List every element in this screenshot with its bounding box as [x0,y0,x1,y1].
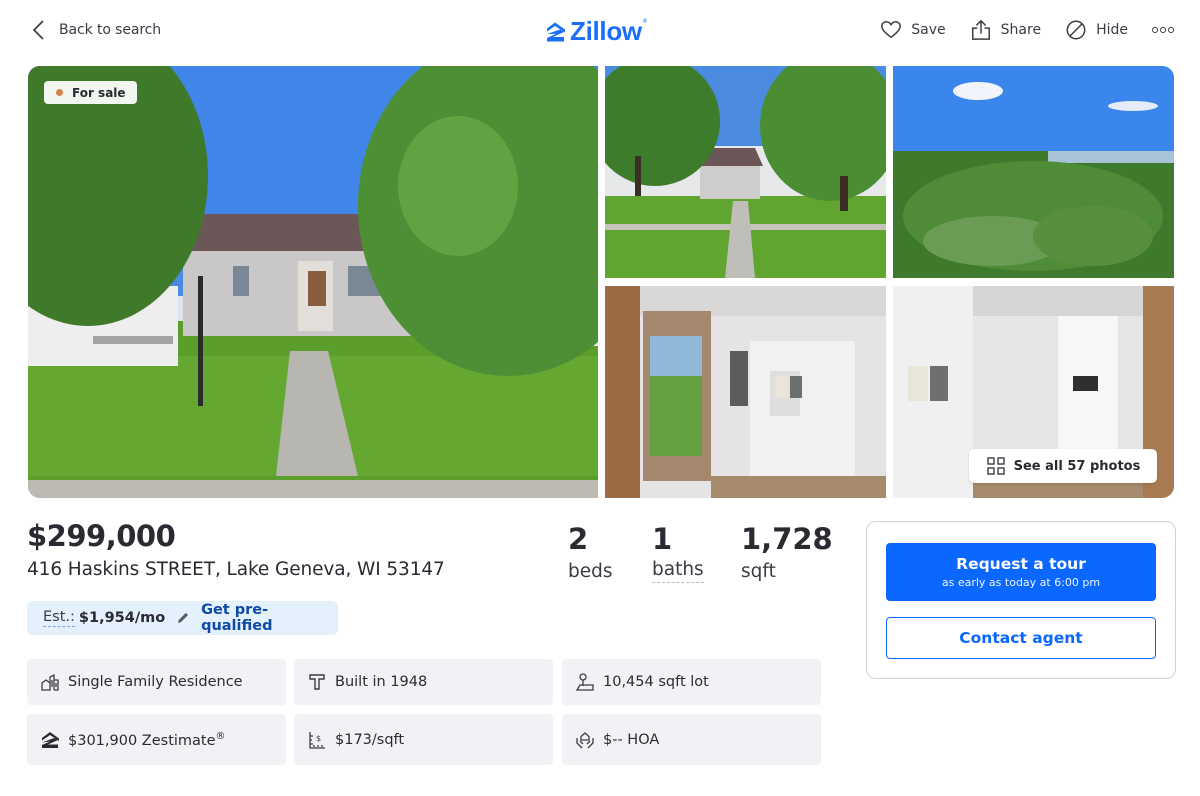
listing-address: 416 Haskins STREET, Lake Geneva, WI 5314… [27,559,445,580]
zestimate-value: $301,900 Zestimate [68,732,216,749]
zillow-logo-icon [547,22,565,41]
mudroom-photo [605,286,886,498]
fact-home-type: Single Family Residence [27,659,286,705]
status-badge: For sale [44,81,137,104]
sqft-stat: 1,728 sqft [741,521,833,585]
svg-text:$: $ [316,734,321,743]
sqft-label: sqft [741,561,776,582]
fact-text: Built in 1948 [335,674,428,690]
more-dot [1168,27,1174,33]
back-to-search-link[interactable]: Back to search [30,17,161,43]
main-photo[interactable]: For sale [28,66,598,498]
registered-mark: ® [641,18,648,25]
gallery-photo[interactable] [893,66,1174,278]
fact-text: $301,900 Zestimate® [68,731,226,749]
fact-price-per-sqft: $ $173/sqft [294,714,553,765]
status-badge-label: For sale [72,85,126,100]
monthly-estimate-bar: Est.: $1,954/mo Get pre-qualified [27,601,338,635]
home-type-icon [41,673,59,691]
share-button[interactable]: Share [970,19,1041,41]
chevron-left-icon [32,20,44,40]
estimate-value: $1,954/mo [78,610,166,626]
contact-agent-label: Contact agent [959,629,1083,647]
hide-icon [1066,20,1086,40]
photo-gallery: For sale See all 57 photos [28,66,1174,498]
baths-value: 1 [652,522,673,556]
share-label: Share [1000,22,1042,38]
baths-label[interactable]: baths [652,559,704,583]
street-view-photo [605,66,886,278]
fact-text: $-- HOA [603,731,660,748]
contact-agent-button[interactable]: Contact agent [886,617,1156,659]
fact-text: 10,454 sqft lot [603,674,709,690]
house-front-photo [28,66,598,498]
fact-text: Single Family Residence [68,674,243,690]
more-dot [1152,27,1158,33]
fact-text: $173/sqft [335,731,405,748]
status-dot [56,89,63,96]
save-button[interactable]: Save [880,19,946,41]
fact-zestimate[interactable]: $301,900 Zestimate® [27,714,286,765]
request-tour-sublabel: as early as today at 6:00 pm [941,576,1101,589]
save-label: Save [911,22,946,38]
gallery-photo[interactable] [605,66,886,278]
contact-panel: Request a tour as early as today at 6:00… [866,521,1176,679]
see-all-photos-label: See all 57 photos [1013,458,1141,474]
gallery-photo[interactable] [605,286,886,498]
hide-button[interactable]: Hide [1065,19,1128,41]
back-to-search-label: Back to search [59,22,162,38]
more-dot [1160,27,1166,33]
aerial-view-photo [893,66,1174,278]
top-nav: Back to search Zillow ® Save Share Hide [0,0,1200,60]
listing-price: $299,000 [27,519,176,553]
get-pre-qualified-link[interactable]: Get pre-qualified [201,602,338,634]
zillow-logo-text: Zillow [570,16,642,46]
request-tour-button[interactable]: Request a tour as early as today at 6:00… [886,543,1156,601]
estimate-label[interactable]: Est.: [43,609,75,627]
baths-stat[interactable]: 1 baths [652,521,704,583]
beds-label: beds [568,561,613,582]
fact-year-built: Built in 1948 [294,659,553,705]
share-icon [971,19,990,40]
hammer-icon [309,674,325,690]
price-per-sqft-icon: $ [309,731,325,749]
pencil-icon[interactable] [175,610,191,626]
see-all-photos-button[interactable]: See all 57 photos [969,449,1157,483]
hide-label: Hide [1096,22,1128,38]
lot-icon [575,673,594,691]
hoa-icon [576,731,594,748]
fact-hoa: $-- HOA [562,714,821,765]
sqft-value: 1,728 [741,522,833,556]
fact-lot-size: 10,454 sqft lot [562,659,821,705]
listing-actions: Save Share Hide [856,17,1174,43]
gallery-photo[interactable]: See all 57 photos [893,286,1174,498]
zillow-logo[interactable]: Zillow ® [544,16,648,47]
heart-icon [881,21,902,39]
more-options-button[interactable] [1152,27,1174,33]
request-tour-label: Request a tour [956,555,1086,573]
registered-mark: ® [215,730,226,742]
zestimate-icon [42,731,59,748]
beds-value: 2 [568,522,589,556]
beds-stat: 2 beds [568,521,613,585]
grid-icon [986,457,1005,475]
